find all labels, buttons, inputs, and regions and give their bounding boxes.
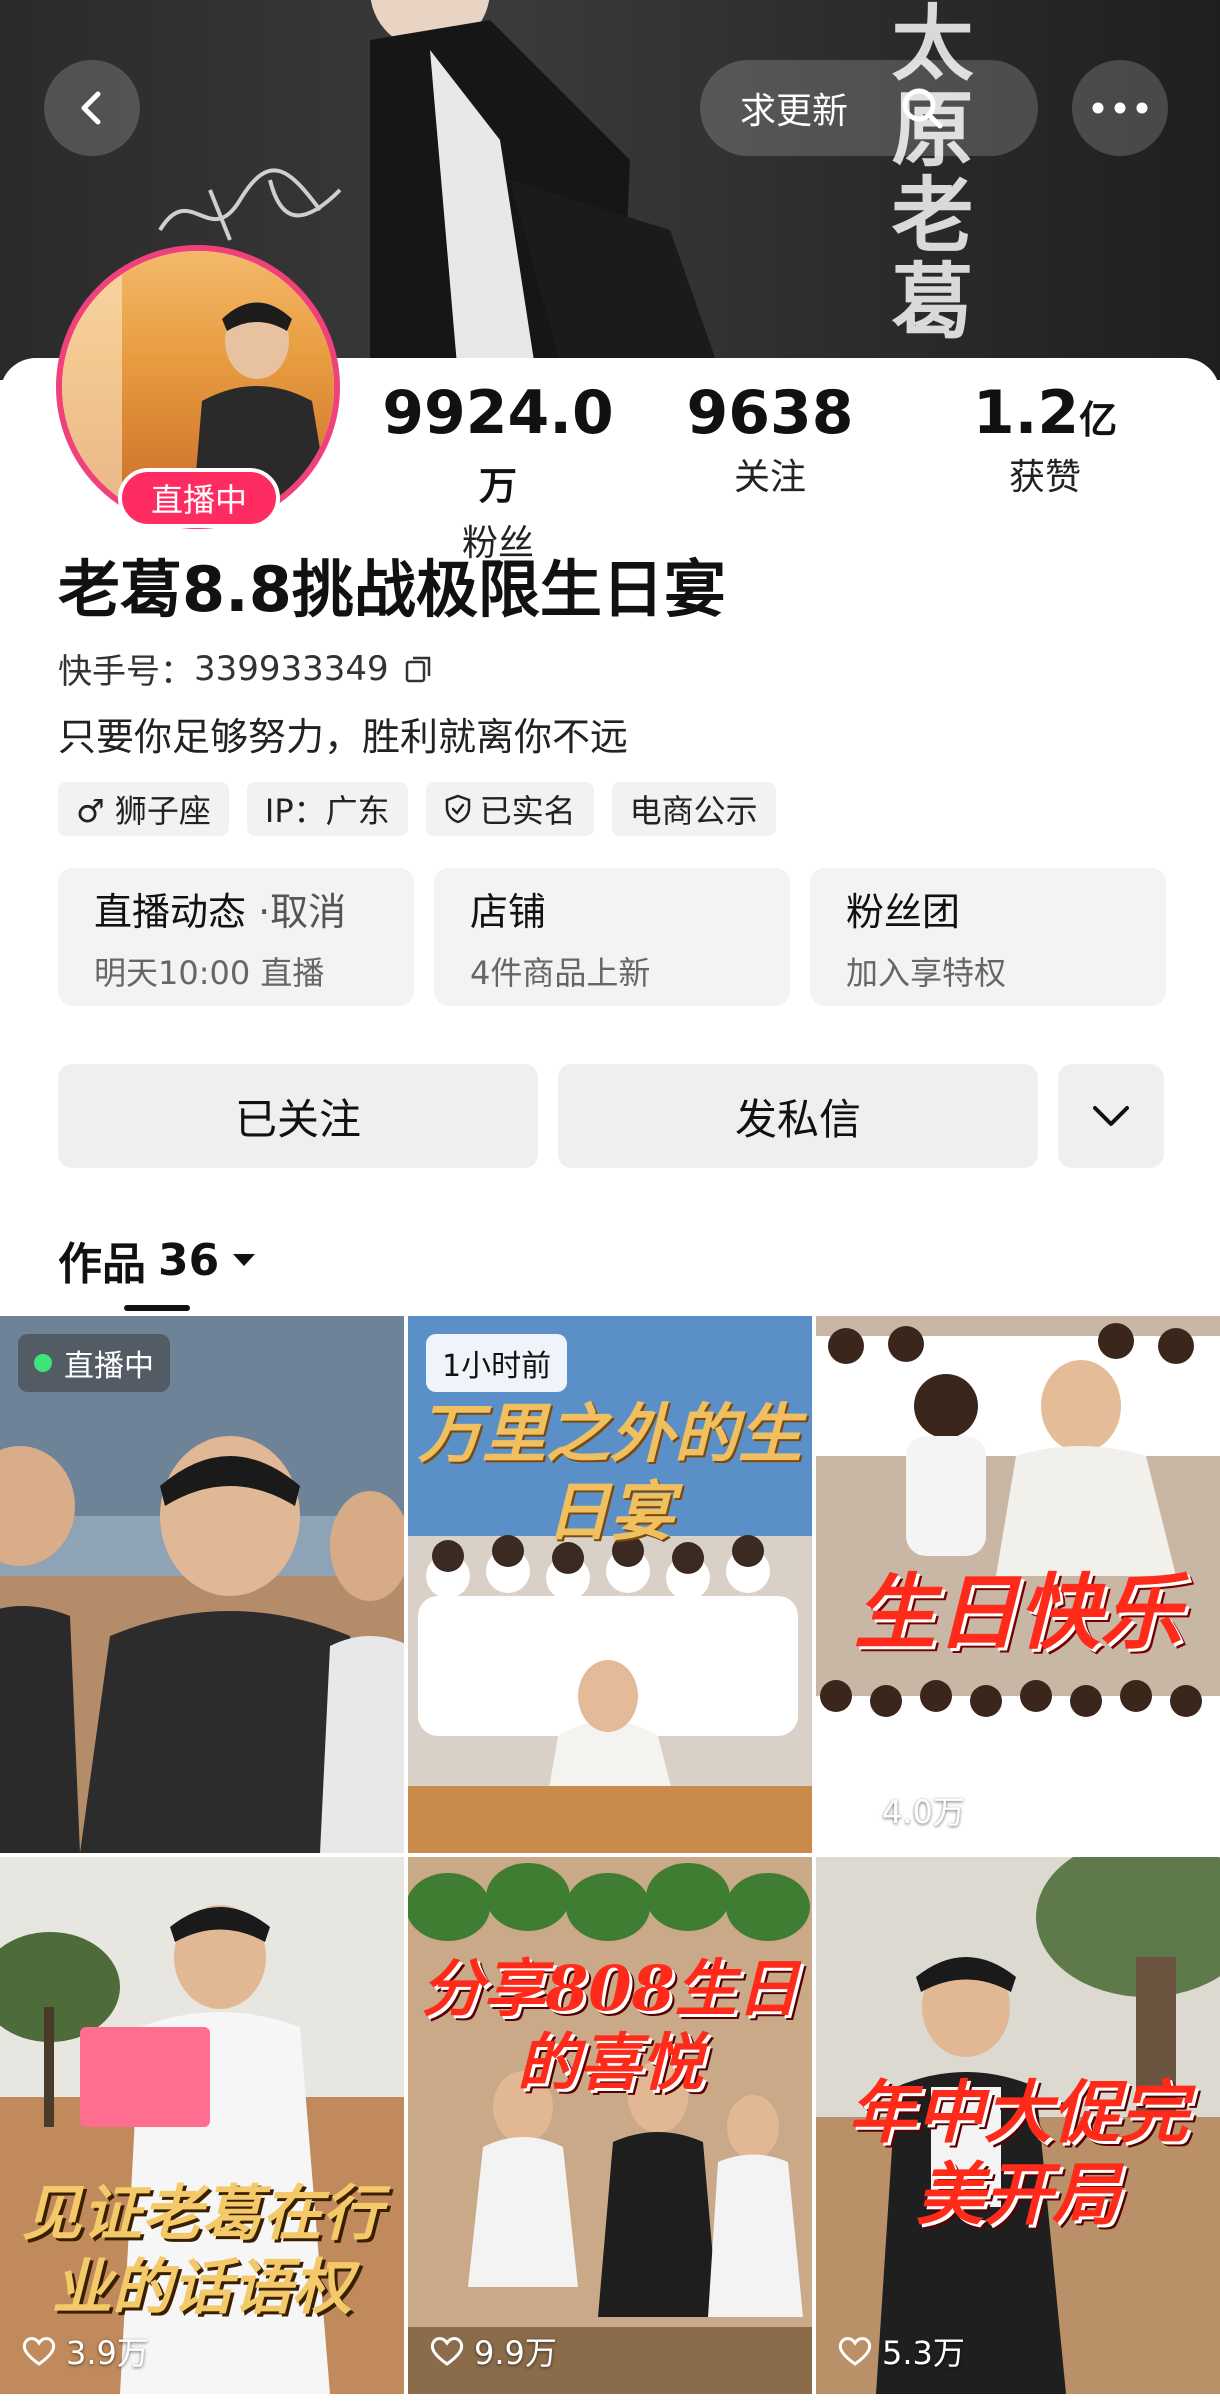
banner-signature: [158, 168, 342, 241]
tile-live-title: 直播动态: [94, 890, 247, 934]
chevron-down-icon: [1093, 1106, 1129, 1126]
heart-icon: [838, 1796, 872, 1825]
avatar-text-decor: [62, 271, 122, 501]
stat-likes[interactable]: 1.2亿 获赞: [925, 380, 1165, 501]
following-count: 9638: [686, 378, 854, 448]
likes-label: 获赞: [1008, 457, 1081, 498]
followers-unit: 万: [478, 464, 517, 508]
send-message-button[interactable]: 发私信: [558, 1064, 1038, 1168]
tag-ecommerce-notice[interactable]: 电商公示: [611, 782, 776, 836]
tile-live-schedule[interactable]: 直播动态 ·取消 明天10:00 直播: [58, 868, 414, 1006]
video-likes: 5.3万: [838, 2328, 965, 2374]
back-button[interactable]: [44, 60, 140, 156]
video-card[interactable]: 生日快乐 4.0万: [816, 1316, 1220, 1853]
tile-live-subtitle: 明天10:00 直播: [94, 954, 325, 992]
heart-icon: [430, 2337, 464, 2366]
video-title-overlay: 分享808生日的喜悦: [421, 1952, 799, 2099]
user-id-label: 快手号：: [58, 652, 194, 692]
video-live-badge: 直播中: [18, 1334, 170, 1392]
request-update-button[interactable]: 求更新: [700, 82, 868, 134]
caret-down-icon: [233, 1254, 256, 1266]
tag-zodiac-label: ♂ 狮子座: [76, 792, 211, 830]
tag-ip-label: IP：广东: [264, 792, 390, 830]
live-dot-icon: [34, 1354, 52, 1372]
tag-ecommerce-label: 电商公示: [629, 792, 758, 830]
request-update-search-group: 求更新: [700, 60, 1038, 156]
works-grid: 直播中 万里之外的生日宴 1小时前 生日快乐 4.0万 见证老葛在行业的话语权 …: [0, 1316, 1220, 2401]
feature-tiles: 直播动态 ·取消 明天10:00 直播 店铺 4件商品上新 粉丝团 加入享特权: [58, 868, 1166, 1006]
video-likes-count: 9.9万: [474, 2334, 557, 2372]
stat-following[interactable]: 9638 关注: [650, 380, 890, 501]
user-id-row[interactable]: 快手号： 339933349: [58, 644, 435, 693]
video-card[interactable]: 年中大促完美开局 5.3万: [816, 1857, 1220, 2394]
following-label: 关注: [733, 457, 806, 498]
tile-fan-club-title: 粉丝团: [846, 890, 961, 934]
tile-fan-club-subtitle: 加入享特权: [846, 954, 1007, 992]
followers-count: 9924.0: [382, 378, 614, 448]
tile-live-cancel[interactable]: ·取消: [246, 890, 346, 934]
video-title-overlay: 年中大促完美开局: [847, 2073, 1188, 2235]
heart-icon: [838, 2337, 872, 2366]
tile-shop-subtitle: 4件商品上新: [470, 954, 651, 992]
video-card[interactable]: 见证老葛在行业的话语权 3.9万: [0, 1857, 404, 2394]
followed-button[interactable]: 已关注: [58, 1064, 538, 1168]
user-id-value: 339933349: [194, 648, 389, 689]
video-title-overlay: 见证老葛在行业的话语权: [22, 2179, 382, 2323]
tag-verified[interactable]: 已实名: [425, 782, 594, 836]
tag-ip-location: IP：广东: [246, 782, 408, 836]
more-button[interactable]: [1072, 60, 1168, 156]
search-button[interactable]: [898, 84, 946, 132]
video-likes-count: 3.9万: [66, 2334, 149, 2372]
video-badge-label: 直播中: [64, 1349, 154, 1384]
profile-bio: 只要你足够努力，胜利就离你不远: [58, 715, 629, 759]
stat-followers[interactable]: 9924.0万 粉丝: [378, 380, 618, 567]
tile-shop-title: 店铺: [470, 890, 547, 934]
video-card[interactable]: 直播中: [0, 1316, 404, 1853]
tile-fan-club[interactable]: 粉丝团 加入享特权: [810, 868, 1166, 1006]
profile-actions: 已关注 发私信: [58, 1064, 1164, 1168]
banner-person-image: [370, 0, 723, 380]
shield-check-icon: [445, 794, 470, 824]
profile-name: 老葛8.8挑战极限生日宴: [58, 553, 726, 626]
works-count: 36: [158, 1234, 220, 1286]
chevron-left-icon: [81, 91, 101, 125]
video-time-badge: 1小时前: [426, 1334, 568, 1392]
video-thumbnail: [408, 1857, 812, 2394]
likes-unit: 亿: [1079, 398, 1118, 442]
video-likes: 9.9万: [430, 2328, 557, 2374]
video-likes-count: 5.3万: [882, 2334, 965, 2372]
profile-tags: ♂ 狮子座 IP：广东 已实名 电商公示: [58, 782, 776, 836]
heart-icon: [22, 2337, 56, 2366]
tab-works-indicator: [124, 1305, 190, 1311]
video-likes: 4.0万: [838, 1787, 965, 1833]
video-card[interactable]: 万里之外的生日宴 1小时前: [408, 1316, 812, 1853]
expand-recommendations-button[interactable]: [1058, 1064, 1164, 1168]
video-likes-count: 4.0万: [882, 1793, 965, 1831]
tag-verified-label: 已实名: [479, 792, 576, 830]
tile-shop[interactable]: 店铺 4件商品上新: [434, 868, 790, 1006]
tab-works[interactable]: 作品 36: [58, 1228, 257, 1292]
works-label: 作品: [58, 1239, 146, 1290]
video-likes: 3.9万: [22, 2328, 149, 2374]
likes-count: 1.2: [972, 378, 1080, 448]
copy-icon[interactable]: [403, 653, 435, 685]
search-icon: [902, 88, 943, 129]
video-title-overlay: 生日快乐: [854, 1565, 1182, 1661]
video-card[interactable]: 分享808生日的喜悦 9.9万: [408, 1857, 812, 2394]
video-title-overlay: 万里之外的生日宴: [418, 1397, 802, 1550]
tag-zodiac: ♂ 狮子座: [58, 782, 229, 836]
more-dots-icon: [1092, 102, 1148, 114]
video-thumbnail: [0, 1316, 404, 1853]
live-status-badge[interactable]: 直播中: [118, 468, 280, 528]
banner-title: 太原老葛: [877, 0, 972, 344]
